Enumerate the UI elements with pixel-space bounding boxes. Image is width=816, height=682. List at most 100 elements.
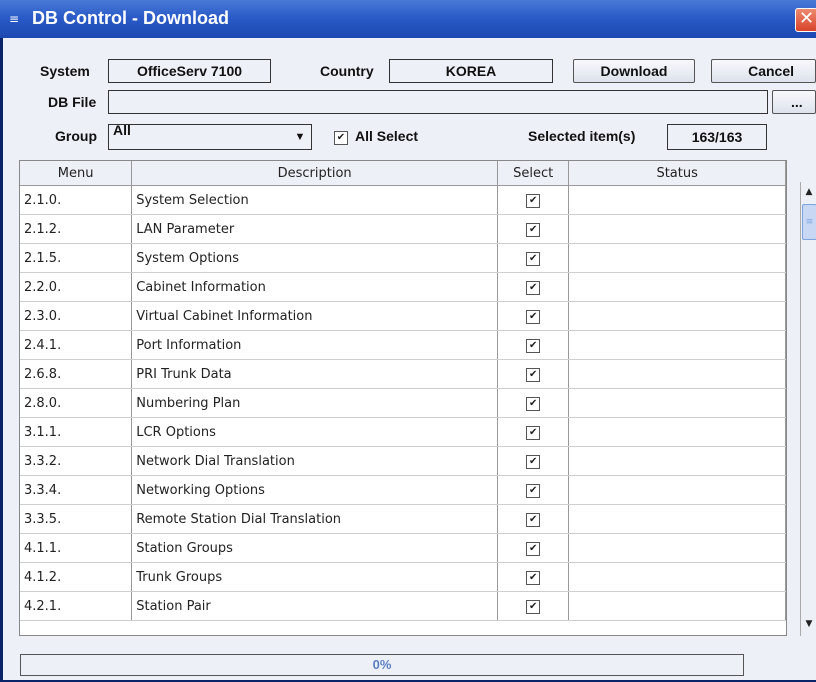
row-description: Remote Station Dial Translation <box>131 504 499 534</box>
scroll-thumb[interactable]: ≡ <box>802 204 816 240</box>
row-menu: 2.6.8. <box>20 359 133 389</box>
selected-items-label: Selected item(s) <box>528 128 636 144</box>
app-icon: ≡ <box>9 12 20 26</box>
row-select[interactable]: ✔ <box>497 562 570 592</box>
table-row[interactable]: 3.3.2. Network Dial Translation ✔ <box>20 446 786 476</box>
row-status <box>568 330 786 360</box>
col-description[interactable]: Description <box>131 161 499 186</box>
row-select[interactable]: ✔ <box>497 446 570 476</box>
check-icon[interactable]: ✔ <box>526 281 541 295</box>
row-status <box>568 243 786 273</box>
row-select[interactable]: ✔ <box>497 417 570 447</box>
row-select[interactable]: ✔ <box>497 301 570 331</box>
check-icon[interactable]: ✔ <box>526 194 541 208</box>
row-select[interactable]: ✔ <box>497 272 570 302</box>
window-title: DB Control - Download <box>32 8 229 28</box>
progress-label: 0% <box>372 657 392 672</box>
check-icon[interactable]: ✔ <box>526 600 541 614</box>
all-select-label: All Select <box>355 128 419 144</box>
table-row[interactable]: 2.6.8. PRI Trunk Data ✔ <box>20 359 786 389</box>
title-bar[interactable]: ≡ DB Control - Download ✕ <box>0 0 816 38</box>
row-menu: 4.1.1. <box>20 533 133 563</box>
table-row[interactable]: 2.8.0. Numbering Plan ✔ <box>20 388 786 418</box>
row-select[interactable]: ✔ <box>497 504 570 534</box>
col-menu[interactable]: Menu <box>20 161 133 186</box>
row-select[interactable]: ✔ <box>497 475 570 505</box>
check-icon[interactable]: ✔ <box>526 223 541 237</box>
row-menu: 3.3.5. <box>20 504 133 534</box>
table-row[interactable]: 2.4.1. Port Information ✔ <box>20 330 786 360</box>
table-row[interactable]: 3.3.4. Networking Options ✔ <box>20 475 786 505</box>
download-button[interactable]: Download <box>573 59 695 83</box>
row-status <box>568 185 786 215</box>
row-description: Virtual Cabinet Information <box>131 301 499 331</box>
check-icon[interactable]: ✔ <box>526 513 541 527</box>
table-row[interactable]: 4.1.2. Trunk Groups ✔ <box>20 562 786 592</box>
row-select[interactable]: ✔ <box>497 533 570 563</box>
table-row[interactable]: 3.1.1. LCR Options ✔ <box>20 417 786 447</box>
row-select[interactable]: ✔ <box>497 330 570 360</box>
table-row[interactable]: 2.1.0. System Selection ✔ <box>20 185 786 215</box>
col-select[interactable]: Select <box>497 161 570 186</box>
dropdown-arrow-icon[interactable]: ▼ <box>291 128 309 146</box>
row-description: Port Information <box>131 330 499 360</box>
table-row[interactable]: 4.1.1. Station Groups ✔ <box>20 533 786 563</box>
table-row[interactable]: 4.2.1. Station Pair ✔ <box>20 591 786 621</box>
table-header: Menu Description Select Status <box>20 161 786 186</box>
col-status[interactable]: Status <box>568 161 786 186</box>
row-select[interactable]: ✔ <box>497 214 570 244</box>
row-select[interactable]: ✔ <box>497 243 570 273</box>
browse-button[interactable]: ... <box>772 90 816 114</box>
row-status <box>568 533 786 563</box>
table-row[interactable]: 2.1.5. System Options ✔ <box>20 243 786 273</box>
vertical-scrollbar[interactable]: ▲ ≡ ▼ <box>800 182 816 636</box>
row-status <box>568 388 786 418</box>
menu-table[interactable]: Menu Description Select Status 2.1.0. Sys… <box>19 160 787 636</box>
row-status <box>568 562 786 592</box>
group-label: Group <box>55 128 97 144</box>
close-button[interactable]: ✕ <box>795 8 816 32</box>
check-icon[interactable]: ✔ <box>526 252 541 266</box>
row-description: PRI Trunk Data <box>131 359 499 389</box>
table-row[interactable]: 2.3.0. Virtual Cabinet Information ✔ <box>20 301 786 331</box>
table-row[interactable]: 3.3.5. Remote Station Dial Translation ✔ <box>20 504 786 534</box>
check-icon[interactable]: ✔ <box>526 455 541 469</box>
group-select[interactable]: All ▼ <box>108 123 312 150</box>
check-icon[interactable]: ✔ <box>526 368 541 382</box>
row-menu: 2.1.0. <box>20 185 133 215</box>
row-menu: 4.2.1. <box>20 591 133 621</box>
table-row[interactable]: 2.1.2. LAN Parameter ✔ <box>20 214 786 244</box>
scroll-down-icon[interactable]: ▼ <box>802 616 816 632</box>
check-icon[interactable]: ✔ <box>526 426 541 440</box>
row-status <box>568 272 786 302</box>
all-select-checkbox[interactable]: ✔ <box>334 131 348 145</box>
row-status <box>568 301 786 331</box>
table-row[interactable]: 2.2.0. Cabinet Information ✔ <box>20 272 786 302</box>
row-menu: 2.1.5. <box>20 243 133 273</box>
row-select[interactable]: ✔ <box>497 185 570 215</box>
cancel-button[interactable]: Cancel <box>711 59 816 83</box>
row-select[interactable]: ✔ <box>497 359 570 389</box>
row-status <box>568 214 786 244</box>
selected-items-count: 163/163 <box>667 124 767 150</box>
check-icon[interactable]: ✔ <box>526 484 541 498</box>
row-description: System Selection <box>131 185 499 215</box>
row-description: LCR Options <box>131 417 499 447</box>
check-icon[interactable]: ✔ <box>526 339 541 353</box>
check-icon[interactable]: ✔ <box>526 542 541 556</box>
row-menu: 3.1.1. <box>20 417 133 447</box>
check-icon[interactable]: ✔ <box>526 310 541 324</box>
row-select[interactable]: ✔ <box>497 591 570 621</box>
dbfile-input[interactable] <box>108 90 768 114</box>
scroll-up-icon[interactable]: ▲ <box>802 184 816 200</box>
row-description: LAN Parameter <box>131 214 499 244</box>
row-description: System Options <box>131 243 499 273</box>
check-icon[interactable]: ✔ <box>526 397 541 411</box>
row-status <box>568 591 786 621</box>
check-icon[interactable]: ✔ <box>526 571 541 585</box>
row-menu: 3.3.4. <box>20 475 133 505</box>
row-menu: 2.1.2. <box>20 214 133 244</box>
row-description: Cabinet Information <box>131 272 499 302</box>
system-label: System <box>40 63 90 79</box>
row-select[interactable]: ✔ <box>497 388 570 418</box>
